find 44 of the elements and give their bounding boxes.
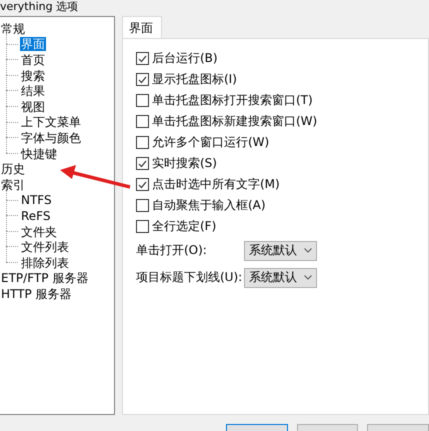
- tree-item[interactable]: HTTP 服务器: [0, 286, 73, 301]
- tab[interactable]: 界面: [122, 16, 162, 38]
- tree-item[interactable]: 历史: [0, 162, 26, 176]
- tree-item[interactable]: 结果: [20, 84, 46, 98]
- tree-item[interactable]: NTFS: [20, 193, 53, 208]
- window-title: verything 选项: [0, 0, 80, 13]
- tree-item[interactable]: 首页: [20, 52, 46, 67]
- checkbox-label: 允许多个窗口运行(W): [152, 134, 270, 151]
- dropdown-label: 单击打开(O):: [136, 242, 208, 259]
- checkbox-label: 单击托盘图标打开搜索窗口(T): [152, 92, 313, 109]
- tree-item[interactable]: ReFS: [20, 208, 52, 223]
- checkbox[interactable]: [136, 115, 149, 128]
- tree-item[interactable]: 搜索: [20, 68, 46, 83]
- checkbox[interactable]: [136, 199, 149, 212]
- checkbox[interactable]: [136, 52, 149, 65]
- tree-item[interactable]: 文件列表: [20, 240, 70, 254]
- tree-item[interactable]: 快捷键: [20, 146, 58, 161]
- tree-item[interactable]: 索引: [0, 178, 26, 192]
- tree-item[interactable]: 文件夹: [20, 224, 58, 239]
- dropdown-label: 项目标题下划线(U):: [136, 269, 244, 286]
- tree-item[interactable]: ETP/FTP 服务器: [0, 271, 90, 286]
- dropdown[interactable]: 系统默认: [244, 240, 317, 260]
- checkbox[interactable]: [136, 73, 149, 86]
- checkbox-label: 实时搜索(S): [152, 155, 217, 172]
- checkbox-label: 后台运行(B): [152, 50, 218, 67]
- tree-item[interactable]: 视图: [20, 100, 46, 114]
- checkbox-label: 单击托盘图标新建搜索窗口(W): [152, 113, 318, 130]
- checkbox[interactable]: [136, 94, 149, 107]
- tree-item[interactable]: 界面: [20, 37, 46, 52]
- checkbox[interactable]: [136, 136, 149, 149]
- checkbox-label: 自动聚焦于输入框(A): [152, 197, 266, 214]
- checkbox[interactable]: [136, 220, 149, 233]
- tree-item[interactable]: 上下文菜单: [20, 115, 82, 130]
- dropdown[interactable]: 系统默认: [244, 268, 317, 288]
- checkbox[interactable]: [136, 178, 149, 191]
- checkbox-label: 点击时选中所有文字(M): [152, 176, 280, 193]
- tree-item[interactable]: 排除列表: [20, 256, 70, 270]
- checkbox-label: 全行选定(F): [152, 218, 216, 235]
- tree-item[interactable]: 字体与颜色: [20, 130, 82, 145]
- checkbox[interactable]: [136, 157, 149, 170]
- chevron-down-icon: [304, 275, 312, 280]
- chevron-down-icon: [304, 248, 312, 253]
- checkbox-label: 显示托盘图标(I): [152, 71, 237, 88]
- dialog-button[interactable]: [226, 424, 288, 431]
